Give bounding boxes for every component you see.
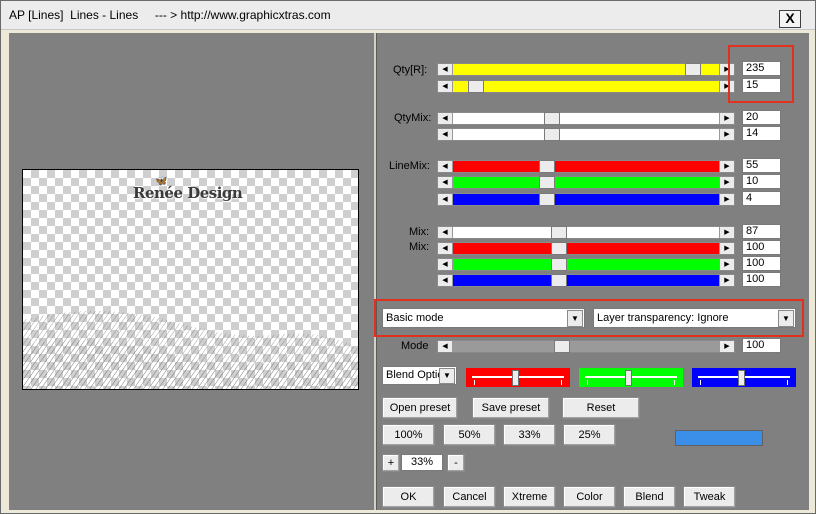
right-arrow-icon[interactable]: ▶ (719, 194, 734, 205)
blend-select-value: Blend Optio (386, 369, 444, 381)
linemix-red-slider[interactable]: ◀ ▶ (437, 160, 735, 173)
right-arrow-icon[interactable]: ▶ (719, 227, 734, 238)
left-arrow-icon[interactable]: ◀ (438, 129, 453, 140)
chevron-down-icon[interactable]: ▼ (439, 368, 455, 384)
zoom-value[interactable]: 33% (401, 454, 443, 471)
right-arrow-icon[interactable]: ▶ (719, 177, 734, 188)
zoom-50-button[interactable]: 50% (443, 424, 496, 446)
blend-options-select[interactable]: Blend Optio ▼ (382, 366, 457, 385)
linemix-blue-slider[interactable]: ◀ ▶ (437, 193, 735, 206)
left-arrow-icon[interactable]: ◀ (438, 259, 453, 270)
preview-canvas[interactable]: 🦋 Renée Design (22, 169, 359, 390)
linemix-red-value[interactable]: 55 (742, 158, 781, 173)
plugin-window: AP [Lines] Lines - Lines --- > http://ww… (0, 0, 816, 514)
zoom-33-button[interactable]: 33% (503, 424, 556, 446)
lines-effect-artwork (23, 310, 358, 389)
left-arrow-icon[interactable]: ◀ (438, 113, 453, 124)
color-swatch[interactable] (675, 430, 763, 446)
reset-button[interactable]: Reset (562, 397, 640, 419)
mix-value[interactable]: 87 (742, 224, 781, 239)
right-arrow-icon[interactable]: ▶ (719, 113, 734, 124)
left-arrow-icon[interactable]: ◀ (438, 81, 453, 92)
title-bar: AP [Lines] Lines - Lines --- > http://ww… (1, 1, 815, 30)
mix-blue-value[interactable]: 100 (742, 272, 781, 287)
zoom-100-button[interactable]: 100% (382, 424, 435, 446)
color-button[interactable]: Color (563, 486, 616, 508)
linemix-green-slider[interactable]: ◀ ▶ (437, 176, 735, 189)
green-blend-slider[interactable] (579, 368, 683, 387)
mix-color-label: Mix: (409, 241, 430, 253)
preview-panel: 🦋 Renée Design (9, 33, 376, 510)
mix-red-slider[interactable]: ◀ ▶ (437, 242, 735, 255)
left-arrow-icon[interactable]: ◀ (438, 177, 453, 188)
highlight-box-qty (728, 45, 794, 103)
qty-slider-1[interactable]: ◀ ▶ (437, 63, 735, 76)
open-preset-button[interactable]: Open preset (382, 397, 458, 419)
qtymix-slider-2[interactable]: ◀ ▶ (437, 128, 735, 141)
mode-label: Mode (401, 340, 429, 352)
mode-value[interactable]: 100 (742, 338, 781, 353)
left-arrow-icon[interactable]: ◀ (438, 341, 453, 352)
left-arrow-icon[interactable]: ◀ (438, 161, 453, 172)
mix-slider[interactable]: ◀ ▶ (437, 226, 735, 239)
cancel-button[interactable]: Cancel (443, 486, 496, 508)
qtymix-value-1[interactable]: 20 (742, 110, 781, 125)
blue-blend-slider[interactable] (692, 368, 796, 387)
highlight-box-mode (374, 299, 804, 337)
left-arrow-icon[interactable]: ◀ (438, 275, 453, 286)
right-arrow-icon[interactable]: ▶ (719, 161, 734, 172)
close-button[interactable]: X (779, 10, 801, 28)
linemix-blue-value[interactable]: 4 (742, 191, 781, 206)
right-arrow-icon[interactable]: ▶ (719, 275, 734, 286)
ok-button[interactable]: OK (382, 486, 435, 508)
window-title: AP [Lines] Lines - Lines --- > http://ww… (9, 8, 331, 22)
right-arrow-icon[interactable]: ▶ (719, 341, 734, 352)
mix-red-value[interactable]: 100 (742, 240, 781, 255)
left-arrow-icon[interactable]: ◀ (438, 64, 453, 75)
qty-slider-2[interactable]: ◀ ▶ (437, 80, 735, 93)
xtreme-button[interactable]: Xtreme (503, 486, 556, 508)
zoom-out-button[interactable]: - (447, 454, 465, 472)
qtymix-value-2[interactable]: 14 (742, 126, 781, 141)
zoom-in-button[interactable]: + (382, 454, 400, 472)
right-arrow-icon[interactable]: ▶ (719, 243, 734, 254)
right-arrow-icon[interactable]: ▶ (719, 129, 734, 140)
qty-label: Qty[R]: (393, 64, 428, 76)
mix-green-value[interactable]: 100 (742, 256, 781, 271)
qtymix-label: QtyMix: (394, 112, 432, 124)
left-arrow-icon[interactable]: ◀ (438, 227, 453, 238)
save-preset-button[interactable]: Save preset (472, 397, 550, 419)
tweak-button[interactable]: Tweak (683, 486, 736, 508)
mode-slider[interactable]: ◀ ▶ (437, 340, 735, 353)
zoom-25-button[interactable]: 25% (563, 424, 616, 446)
blend-button[interactable]: Blend (623, 486, 676, 508)
left-arrow-icon[interactable]: ◀ (438, 194, 453, 205)
mix-blue-slider[interactable]: ◀ ▶ (437, 274, 735, 287)
linemix-green-value[interactable]: 10 (742, 174, 781, 189)
left-arrow-icon[interactable]: ◀ (438, 243, 453, 254)
red-blend-slider[interactable] (466, 368, 570, 387)
linemix-label: LineMix: (389, 160, 430, 172)
mix-green-slider[interactable]: ◀ ▶ (437, 258, 735, 271)
mix-label: Mix: (409, 226, 430, 238)
qtymix-slider-1[interactable]: ◀ ▶ (437, 112, 735, 125)
right-arrow-icon[interactable]: ▶ (719, 259, 734, 270)
